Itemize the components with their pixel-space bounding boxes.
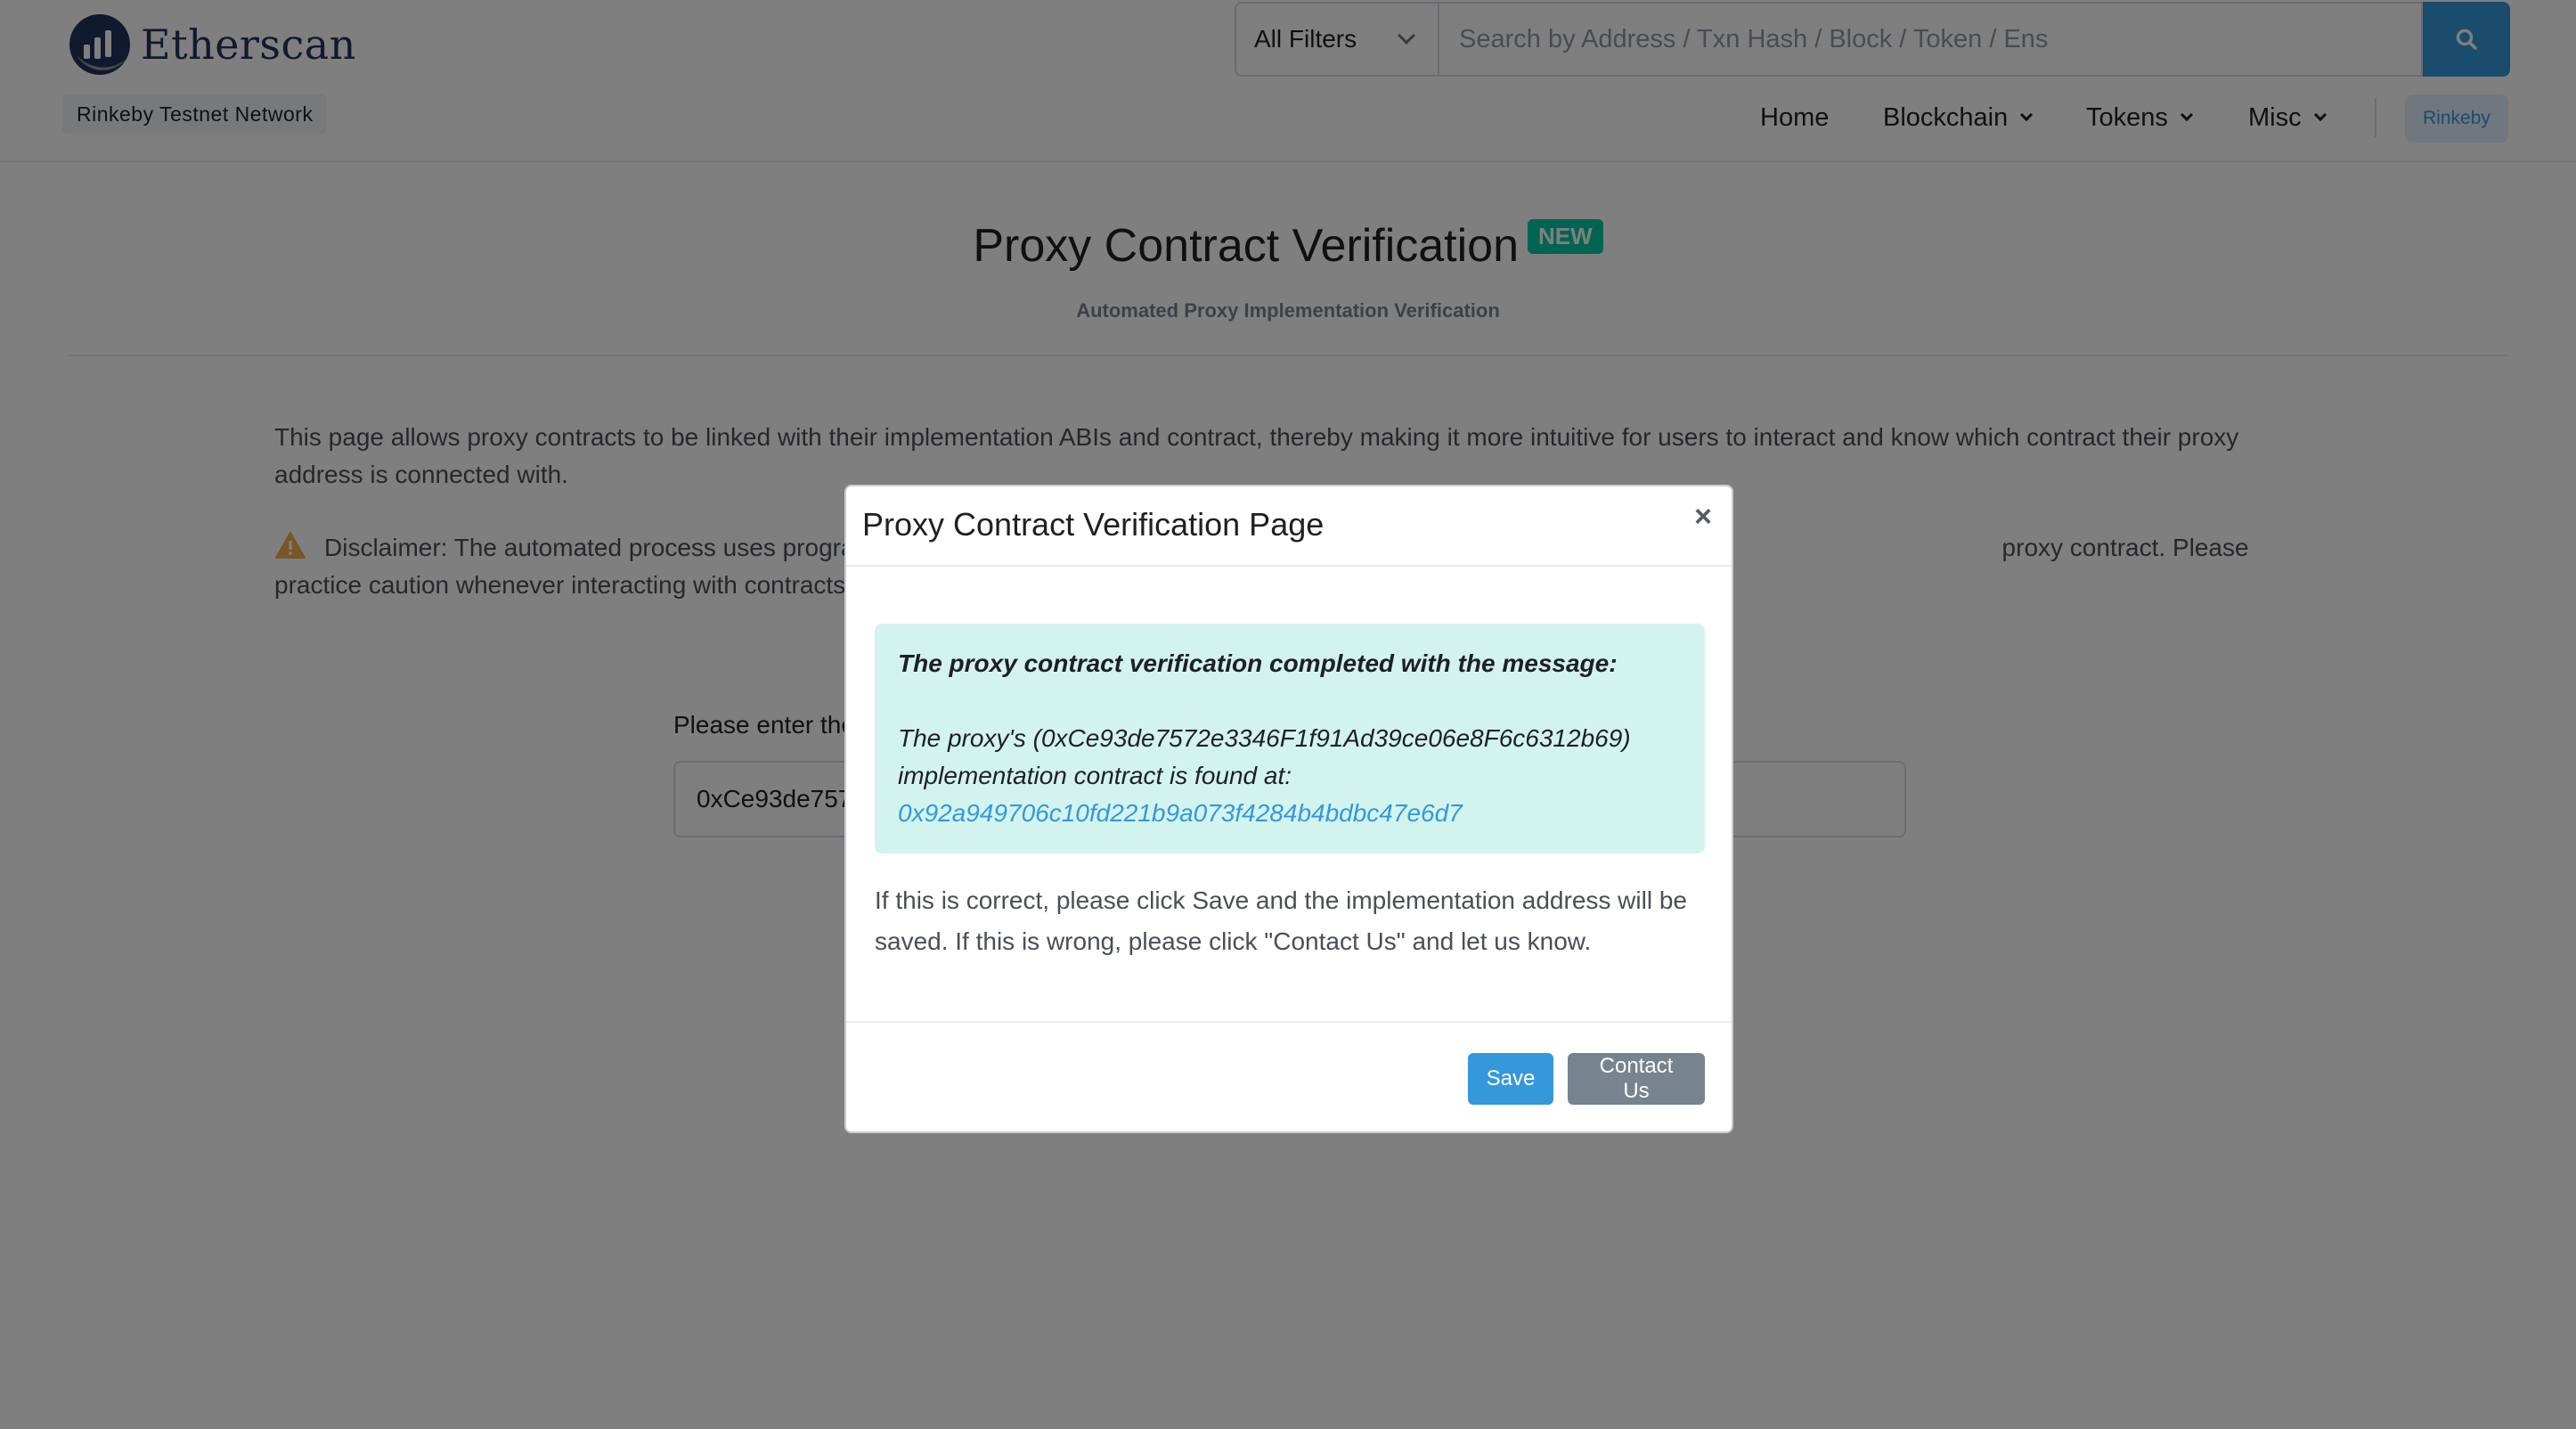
alert-message: The proxy's (0xCe93de7572e3346F1f91Ad39c… bbox=[898, 724, 1631, 789]
alert-heading: The proxy contract verification complete… bbox=[898, 649, 1618, 677]
contact-us-button[interactable]: Contact Us bbox=[1568, 1053, 1705, 1105]
close-icon[interactable]: × bbox=[1685, 499, 1721, 535]
modal-title: Proxy Contract Verification Page bbox=[862, 506, 1325, 543]
success-alert: The proxy contract verification complete… bbox=[875, 624, 1705, 853]
save-button[interactable]: Save bbox=[1468, 1053, 1553, 1105]
verification-modal: Proxy Contract Verification Page × The p… bbox=[844, 485, 1733, 1133]
modal-header: Proxy Contract Verification Page × bbox=[846, 486, 1732, 567]
implementation-address-link[interactable]: 0x92a949706c10fd221b9a073f4284b4bdbc47e6… bbox=[898, 799, 1463, 827]
modal-footer: Save Contact Us bbox=[846, 1021, 1732, 1131]
modal-body-text: If this is correct, please click Save an… bbox=[875, 886, 1687, 955]
